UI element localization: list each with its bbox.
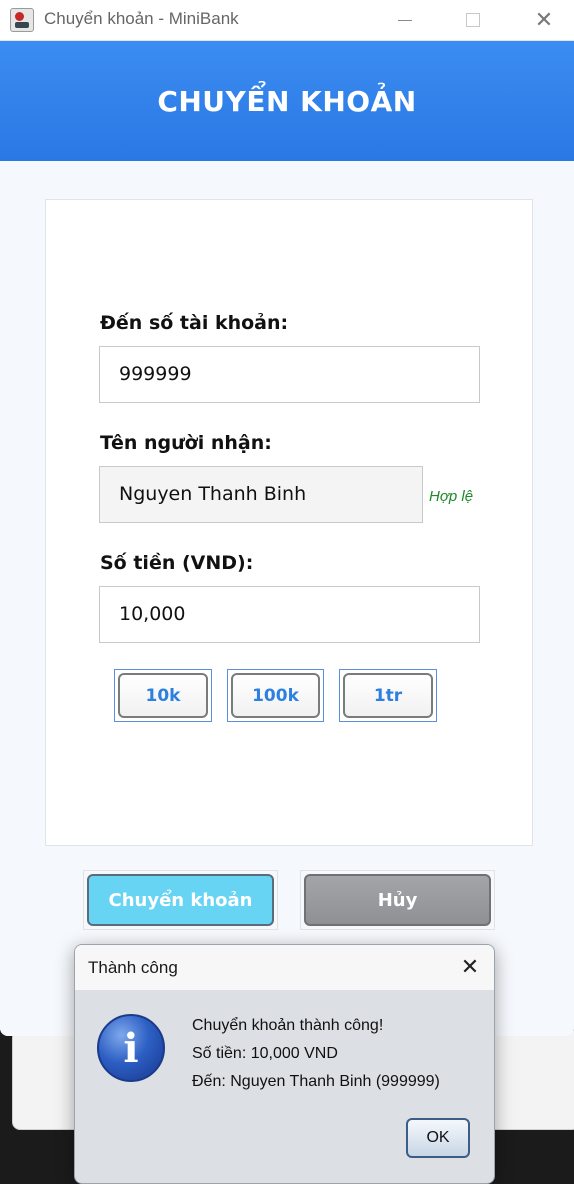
success-dialog: Thành công ✕ i Chuyển khoản thành công! … xyxy=(74,944,495,1184)
minimize-button[interactable] xyxy=(382,0,428,40)
transfer-button[interactable]: Chuyển khoản xyxy=(87,874,274,926)
cancel-button-wrap: Hủy xyxy=(300,870,495,930)
info-icon: i xyxy=(97,1014,165,1082)
ok-button[interactable]: OK xyxy=(406,1118,470,1158)
account-number-input[interactable]: 999999 xyxy=(99,346,480,403)
maximize-icon xyxy=(466,13,480,27)
quick-amount-100k-button[interactable]: 100k xyxy=(231,673,320,718)
account-number-label: Đến số tài khoản: xyxy=(100,312,289,334)
app-icon xyxy=(10,8,34,32)
quick-amount-10k-button[interactable]: 10k xyxy=(118,673,208,718)
window-title: Chuyển khoản - MiniBank xyxy=(44,9,239,28)
quick-amount-10k-wrap: 10k xyxy=(114,669,212,722)
dialog-title: Thành công xyxy=(88,958,178,977)
quick-amount-1tr-button[interactable]: 1tr xyxy=(343,673,433,718)
dialog-title-bar: Thành công ✕ xyxy=(75,945,494,990)
recipient-name-label: Tên người nhận: xyxy=(100,432,272,454)
minimize-icon xyxy=(398,19,412,21)
amount-label: Số tiền (VND): xyxy=(100,552,254,574)
close-window-button[interactable]: ✕ xyxy=(521,0,567,40)
page-header: CHUYỂN KHOẢN xyxy=(0,41,574,161)
transfer-button-wrap: Chuyển khoản xyxy=(83,870,278,930)
close-icon: ✕ xyxy=(534,7,554,33)
cancel-button[interactable]: Hủy xyxy=(304,874,491,926)
dialog-close-button[interactable]: ✕ xyxy=(454,951,486,983)
dialog-message-line-3: Đến: Nguyen Thanh Binh (999999) xyxy=(192,1073,440,1090)
page-title: CHUYỂN KHOẢN xyxy=(157,84,417,118)
dialog-message-line-1: Chuyển khoản thành công! xyxy=(192,1017,384,1034)
dialog-message-line-2: Số tiền: 10,000 VND xyxy=(192,1045,338,1062)
close-icon: ✕ xyxy=(460,954,480,980)
amount-input[interactable]: 10,000 xyxy=(99,586,480,643)
recipient-valid-status: Hợp lệ xyxy=(429,488,474,505)
quick-amount-1tr-wrap: 1tr xyxy=(339,669,437,722)
recipient-name-field: Nguyen Thanh Binh xyxy=(99,466,423,523)
title-bar: Chuyển khoản - MiniBank ✕ xyxy=(0,0,574,41)
quick-amount-100k-wrap: 100k xyxy=(227,669,324,722)
maximize-button[interactable] xyxy=(450,0,496,40)
